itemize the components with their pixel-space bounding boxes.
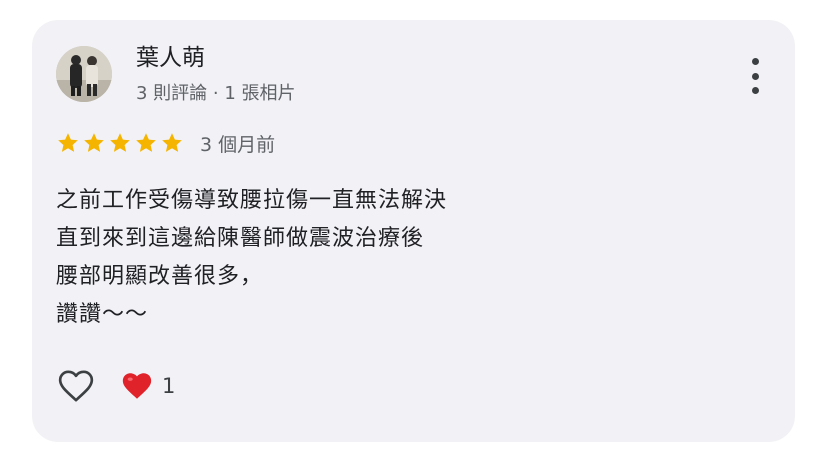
star-icon: [84, 133, 104, 152]
review-card: 葉人萌 3 則評論 · 1 張相片 3 個月前 之前工作受傷導致腰拉傷一直無法解…: [32, 20, 795, 442]
heart-outline-icon[interactable]: [56, 366, 96, 406]
reaction-count: 1: [162, 374, 176, 398]
author-name[interactable]: 葉人萌: [136, 44, 205, 72]
more-vert-icon-dot: [751, 72, 759, 80]
star-icon: [58, 133, 78, 152]
review-time: 3 個月前: [200, 133, 276, 156]
avatar-photo: [56, 46, 112, 102]
review-text-line: 腰部明顯改善很多，: [56, 264, 264, 289]
star-icon: [162, 133, 182, 152]
review-actions: 1: [56, 366, 175, 406]
star-icon: [136, 133, 156, 152]
more-vert-icon-dot: [751, 87, 759, 94]
review-text-line: 之前工作受傷導致腰拉傷一直無法解決: [56, 188, 448, 213]
review-text-line: 讚讚～～: [56, 302, 149, 327]
star-rating: [56, 131, 184, 155]
red-heart-icon: [122, 373, 152, 399]
author-meta: 3 則評論 · 1 張相片: [136, 83, 296, 104]
review-text-line: 直到來到這邊給陳醫師做震波治療後: [56, 226, 425, 251]
more-options-button[interactable]: [749, 58, 761, 94]
avatar[interactable]: [56, 46, 112, 102]
reaction-heart-button[interactable]: 1: [120, 369, 175, 403]
review-text: 之前工作受傷導致腰拉傷一直無法解決 直到來到這邊給陳醫師做震波治療後 腰部明顯改…: [56, 182, 447, 334]
more-vert-icon-dot: [751, 58, 759, 65]
star-icon: [110, 133, 130, 152]
rating-row: 3 個月前: [56, 128, 275, 158]
